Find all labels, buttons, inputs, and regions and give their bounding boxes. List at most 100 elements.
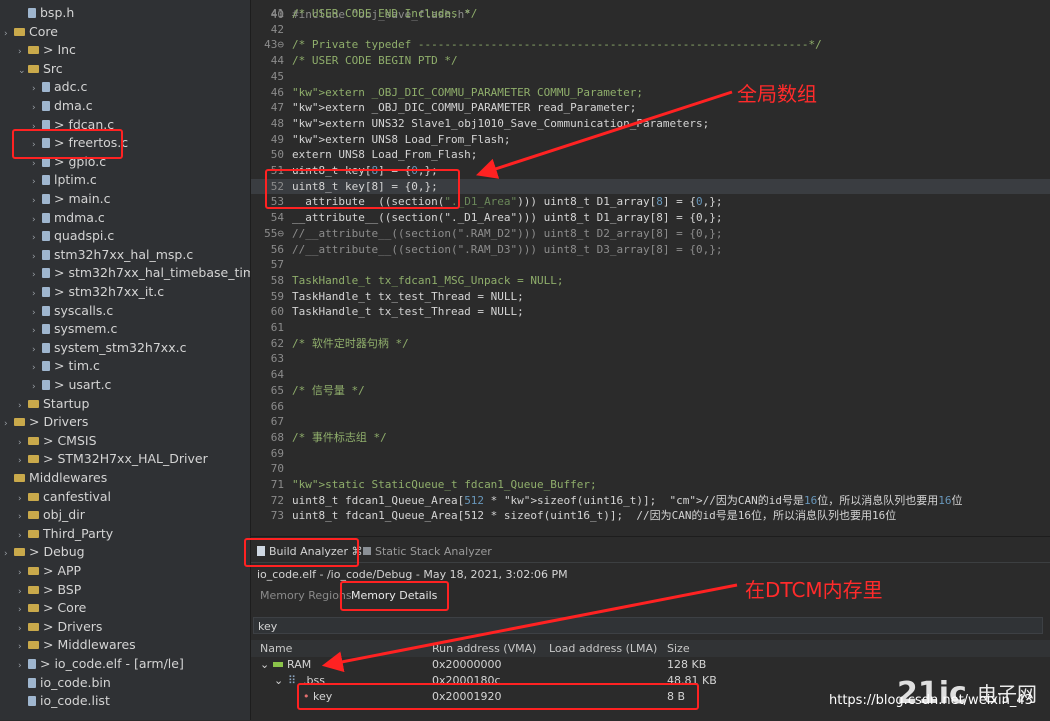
file-icon [42, 249, 50, 260]
tab-memory-regions[interactable]: Memory Regions [260, 589, 352, 602]
tab-static-stack-analyzer[interactable]: Static Stack Analyzer [363, 545, 492, 558]
code-text: uint8_t fdcan1_Queue_Area[512 * sizeof(u… [292, 509, 897, 523]
code-line[interactable]: 73 uint8_t fdcan1_Queue_Area[512 * sizeof… [251, 508, 1050, 524]
col-load-address[interactable]: Load address (LMA) [549, 642, 657, 655]
code-line[interactable]: 47 "kw">extern _OBJ_DIC_COMMU_PARAMETER r… [251, 100, 1050, 116]
line-number: 69 [270, 446, 284, 460]
col-size[interactable]: Size [667, 642, 690, 655]
sidebar-item[interactable]: › > tim.c [0, 357, 100, 376]
code-line[interactable]: 70 [251, 461, 1050, 477]
sidebar-item[interactable]: › Third_Party [0, 525, 113, 544]
sidebar-item[interactable]: › adc.c [0, 78, 87, 97]
code-line[interactable]: 42 [251, 22, 1050, 38]
code-line[interactable]: 71 "kw">static StaticQueue_t fdcan1_Queue… [251, 477, 1050, 493]
sidebar-item[interactable]: › > BSP [0, 581, 81, 600]
sidebar-item[interactable]: io_code.bin [0, 674, 111, 693]
code-line[interactable]: 45 [251, 69, 1050, 85]
code-line[interactable]: 61 [251, 320, 1050, 336]
sidebar-item[interactable]: › > io_code.elf - [arm/le] [0, 655, 184, 674]
code-line[interactable]: 63 [251, 351, 1050, 367]
code-line[interactable]: 43⊖ /* Private typedef ------------------… [251, 37, 1050, 53]
code-line[interactable]: 72 uint8_t fdcan1_Queue_Area[512 * "kw">s… [251, 493, 1050, 509]
sidebar-item[interactable]: › Startup [0, 395, 89, 414]
sidebar-item-label: Startup [43, 395, 90, 411]
code-text: /* 信号量 */ [292, 383, 365, 397]
sidebar-item[interactable]: › > main.c [0, 190, 111, 209]
sidebar-item[interactable]: › > Inc [0, 41, 76, 60]
sidebar-item[interactable]: › canfestival [0, 488, 111, 507]
sidebar-item[interactable]: Middlewares [0, 469, 107, 488]
sidebar-item[interactable]: › lptim.c [0, 171, 97, 190]
sidebar-item[interactable]: › obj_dir [0, 506, 85, 525]
sidebar-item[interactable]: › system_stm32h7xx.c [0, 339, 186, 358]
code-line[interactable]: 55⊖ //__attribute__((section(".RAM_D2")))… [251, 226, 1050, 242]
code-line[interactable]: 54 __attribute__((section("._D1_Area"))) … [251, 210, 1050, 226]
sidebar-item[interactable]: ⌄ Src [0, 60, 63, 79]
code-line[interactable]: 49 "kw">extern UNS8 Load_From_Flash; [251, 132, 1050, 148]
code-line[interactable]: 59 TaskHandle_t tx_test_Thread = NULL; [251, 289, 1050, 305]
code-editor[interactable]: 40 #include "obj_save_flash.h" 41/* USER … [251, 0, 1050, 535]
sidebar-item[interactable]: › Core [0, 23, 58, 42]
code-line[interactable]: 41 /* USER CODE END Includes */ [251, 6, 1050, 22]
sidebar-item[interactable]: › > APP [0, 562, 81, 581]
code-line[interactable]: 67 [251, 414, 1050, 430]
sidebar-item[interactable]: › > Drivers [0, 618, 102, 637]
stack-icon [363, 547, 371, 555]
code-line[interactable]: 58 TaskHandle_t tx_fdcan1_MSG_Unpack = NU… [251, 273, 1050, 289]
sidebar-item-label: > Middlewares [43, 637, 136, 653]
folder-icon [28, 585, 39, 594]
sidebar-item[interactable]: › > CMSIS [0, 432, 97, 451]
col-name[interactable]: Name [260, 642, 292, 655]
sidebar-item[interactable]: › > stm32h7xx_hal_timebase_tim.c [0, 264, 250, 283]
expand-chevron-icon[interactable]: ⌄ [260, 658, 269, 671]
sidebar-item[interactable]: io_code.list [0, 692, 110, 711]
sidebar-item[interactable]: bsp.h [0, 4, 74, 23]
line-number: 46 [270, 85, 284, 99]
sidebar-item[interactable]: › > STM32H7xx_HAL_Driver [0, 450, 208, 469]
file-icon [42, 231, 50, 242]
folder-icon [14, 548, 25, 557]
code-text: "kw">extern _OBJ_DIC_COMMU_PARAMETER COM… [292, 85, 644, 99]
line-number: 44 [270, 54, 284, 68]
sidebar-item[interactable]: › > Middlewares [0, 636, 136, 655]
code-line[interactable]: 60 TaskHandle_t tx_test_Thread = NULL; [251, 304, 1050, 320]
line-number: 67 [270, 415, 284, 429]
code-line[interactable]: 50 extern UNS8 Load_From_Flash; [251, 147, 1050, 163]
sidebar-item[interactable]: › syscalls.c [0, 302, 113, 321]
line-number: 66 [270, 399, 284, 413]
code-text: TaskHandle_t tx_test_Thread = NULL; [292, 305, 524, 319]
line-number: 61 [270, 321, 284, 334]
code-line[interactable]: 66 [251, 399, 1050, 415]
sidebar-item[interactable]: › stm32h7xx_hal_msp.c [0, 246, 193, 265]
file-icon [42, 212, 50, 223]
memory-filter-input[interactable]: key [253, 617, 1043, 634]
code-line[interactable]: 62 /* 软件定时器句柄 */ [251, 336, 1050, 352]
sidebar-item[interactable]: › quadspi.c [0, 227, 114, 246]
code-line[interactable]: 44 /* USER CODE BEGIN PTD */ [251, 53, 1050, 69]
sidebar-item-label: syscalls.c [54, 302, 114, 318]
sidebar-item[interactable]: › > Core [0, 599, 86, 618]
sidebar-item[interactable]: › > stm32h7xx_it.c [0, 283, 164, 302]
folder-icon [28, 511, 39, 520]
code-line[interactable]: 57 [251, 257, 1050, 273]
sidebar-item[interactable]: › dma.c [0, 97, 93, 116]
code-line[interactable]: 46 "kw">extern _OBJ_DIC_COMMU_PARAMETER C… [251, 85, 1050, 101]
code-line[interactable]: 56 //__attribute__((section(".RAM_D3"))) … [251, 242, 1050, 258]
sidebar-item[interactable]: › > Drivers [0, 413, 88, 432]
col-run-address[interactable]: Run address (VMA) [432, 642, 536, 655]
sidebar-item[interactable]: › > usart.c [0, 376, 111, 395]
row-name: RAM [287, 658, 312, 671]
code-line[interactable]: 48 "kw">extern UNS32 Slave1_obj1010_Save_… [251, 116, 1050, 132]
code-line[interactable]: 65 /* 信号量 */ [251, 383, 1050, 399]
file-icon [42, 287, 50, 297]
code-line[interactable]: 64 [251, 367, 1050, 383]
sidebar-item[interactable]: › sysmem.c [0, 320, 117, 339]
code-line[interactable]: 69 [251, 446, 1050, 462]
line-number: 56 [270, 242, 284, 256]
sidebar-item[interactable]: › mdma.c [0, 209, 105, 228]
sidebar-item[interactable]: › > Debug [0, 543, 85, 562]
code-text: extern UNS8 Load_From_Flash; [292, 148, 478, 162]
expand-chevron-icon[interactable]: ⌄ [274, 674, 283, 687]
code-line[interactable]: 68 /* 事件标志组 */ [251, 430, 1050, 446]
folder-icon [28, 455, 39, 464]
